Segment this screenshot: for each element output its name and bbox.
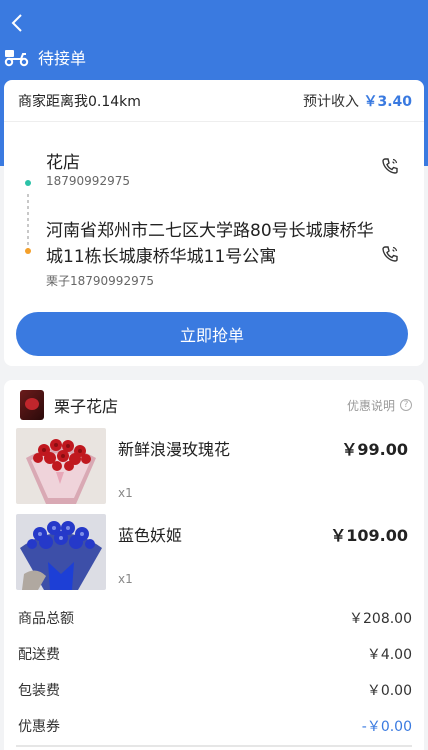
product-name: 蓝色妖姬 xyxy=(118,526,183,545)
summary-value: ￥0.00 xyxy=(366,683,412,699)
pickup-phone: 18790992975 xyxy=(46,174,130,188)
back-button[interactable] xyxy=(6,10,28,36)
summary-value: ￥208.00 xyxy=(349,611,412,627)
route-line xyxy=(27,194,29,250)
summary-value: -￥0.00 xyxy=(361,719,412,735)
product-qty: x1 xyxy=(118,572,133,586)
distance-text: 商家距离我0.14km xyxy=(18,93,141,110)
question-icon: ? xyxy=(400,399,412,411)
summary-row-delivery-fee: 配送费 ￥4.00 xyxy=(18,644,412,664)
summary-row-subtotal: 商品总额 ￥208.00 xyxy=(18,608,412,628)
distance-row: 商家距离我0.14km 预计收入 ￥3.40 xyxy=(4,80,424,122)
product-price: ￥99.00 xyxy=(341,440,408,459)
promo-info-link[interactable]: 优惠说明 ? xyxy=(347,397,412,414)
product-price: ￥109.00 xyxy=(330,526,408,545)
summary-label: 优惠券 xyxy=(18,719,60,735)
product-image-roses xyxy=(16,428,106,504)
order-detail-card: 栗子花店 优惠说明 ? 新鲜浪漫玫瑰花 ￥99.00 x1 蓝色妖姬 ￥109.… xyxy=(4,380,424,750)
estimated-income: 预计收入 ￥3.40 xyxy=(303,91,412,111)
shop-logo xyxy=(20,390,44,420)
shop-name: 栗子花店 xyxy=(54,397,119,416)
order-card: 商家距离我0.14km 预计收入 ￥3.40 花店 18790992975 河南… xyxy=(4,80,424,366)
dropoff-dot xyxy=(25,248,31,254)
grab-order-button[interactable]: 立即抢单 xyxy=(16,312,408,356)
pickup-dot xyxy=(25,180,31,186)
blue-bouquet-image xyxy=(16,514,106,590)
status-label: 待接单 xyxy=(38,49,87,68)
chevron-left-icon xyxy=(11,14,22,32)
product-qty: x1 xyxy=(118,486,133,500)
product-name: 新鲜浪漫玫瑰花 xyxy=(118,440,231,459)
summary-label: 商品总额 xyxy=(18,611,74,627)
summary-value: ￥4.00 xyxy=(366,647,412,663)
phone-call-icon[interactable] xyxy=(380,244,400,264)
rose-bouquet-image xyxy=(16,428,106,504)
dropoff-address: 河南省郑州市二七区大学路80号长城康桥华城11栋长城康桥华城11号公寓 xyxy=(46,221,374,267)
income-label: 预计收入 xyxy=(303,93,359,110)
summary-label: 包装费 xyxy=(18,683,60,699)
phone-call-icon[interactable] xyxy=(380,156,400,176)
delivery-scooter-icon xyxy=(4,50,29,67)
divider xyxy=(16,745,412,747)
summary-row-packing-fee: 包装费 ￥0.00 xyxy=(18,680,412,700)
summary-label: 配送费 xyxy=(18,647,60,663)
income-amount: ￥3.40 xyxy=(363,93,412,110)
dropoff-contact: 栗子18790992975 xyxy=(46,274,154,288)
summary-row-coupon: 优惠券 -￥0.00 xyxy=(18,716,412,736)
order-status: 待接单 xyxy=(4,44,86,70)
pickup-name: 花店 xyxy=(46,153,80,173)
shop-header: 栗子花店 优惠说明 ? xyxy=(4,380,424,430)
product-image-blue-roses xyxy=(16,514,106,590)
promo-label: 优惠说明 xyxy=(346,398,395,413)
